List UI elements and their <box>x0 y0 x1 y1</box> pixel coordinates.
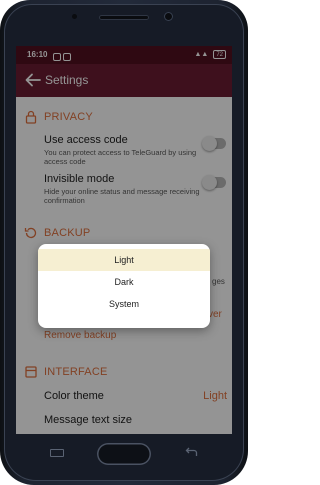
proximity-sensor <box>72 14 77 19</box>
dialog-scrim[interactable] <box>16 46 232 434</box>
theme-option-dark[interactable]: Dark <box>38 271 210 293</box>
hardware-back-icon[interactable] <box>184 447 198 459</box>
screen: 16:10 ▲▲ 72 Settings PRIVACY Use access … <box>16 46 232 434</box>
theme-option-light[interactable]: Light <box>38 249 210 271</box>
hardware-recents-icon[interactable] <box>50 449 64 457</box>
front-camera <box>164 12 173 21</box>
home-button[interactable] <box>97 443 151 465</box>
theme-picker-dialog: Light Dark System <box>38 244 210 328</box>
earpiece-speaker <box>99 15 149 20</box>
theme-option-system[interactable]: System <box>38 293 210 315</box>
phone-frame: 16:10 ▲▲ 72 Settings PRIVACY Use access … <box>0 0 248 485</box>
